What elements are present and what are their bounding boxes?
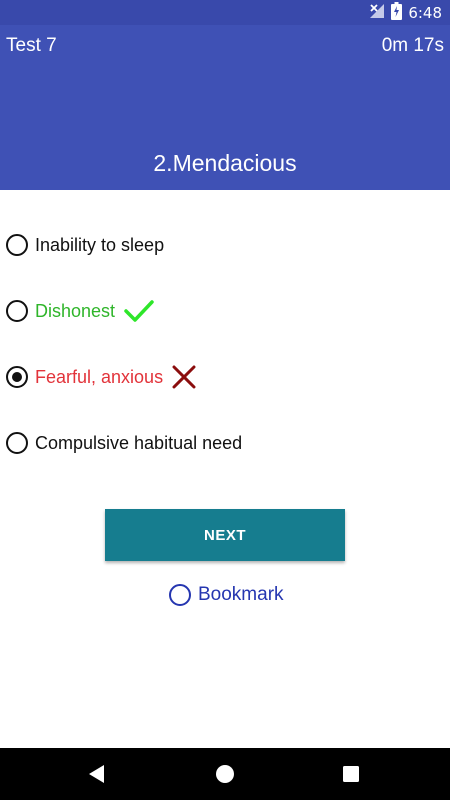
- next-button[interactable]: NEXT: [105, 509, 345, 561]
- cross-icon: [171, 364, 197, 390]
- bookmark-toggle[interactable]: Bookmark: [169, 583, 284, 607]
- question-title: 2.Mendacious: [153, 150, 297, 176]
- status-bar: 6:48: [0, 0, 450, 25]
- battery-charging-icon: [391, 1, 403, 25]
- option-1[interactable]: Inability to sleep: [6, 225, 164, 265]
- option-3[interactable]: Fearful, anxious: [6, 357, 197, 397]
- radio-button[interactable]: [6, 234, 28, 256]
- bookmark-radio[interactable]: [169, 584, 191, 606]
- option-4[interactable]: Compulsive habitual need: [6, 423, 242, 463]
- status-time: 6:48: [408, 4, 442, 22]
- app-header: Test 7 0m 17s 2.Mendacious: [0, 25, 450, 190]
- bookmark-label: Bookmark: [198, 584, 284, 605]
- status-icons: 6:48: [369, 1, 442, 25]
- check-icon: [123, 298, 155, 324]
- option-label: Fearful, anxious: [35, 366, 164, 387]
- signal-off-icon: [369, 3, 385, 24]
- option-label: Dishonest: [35, 300, 116, 321]
- option-2[interactable]: Dishonest: [6, 291, 155, 331]
- radio-button[interactable]: [6, 300, 28, 322]
- home-circle-icon[interactable]: [213, 762, 237, 786]
- option-label: Inability to sleep: [35, 234, 165, 255]
- option-label: Compulsive habitual need: [35, 432, 243, 453]
- navigation-bar: [0, 748, 450, 800]
- recents-square-icon[interactable]: [339, 762, 363, 786]
- timer: 0m 17s: [381, 35, 444, 56]
- radio-button-selected[interactable]: [6, 366, 28, 388]
- back-triangle-icon[interactable]: [85, 762, 109, 786]
- radio-button[interactable]: [6, 432, 28, 454]
- test-name: Test 7: [6, 35, 57, 56]
